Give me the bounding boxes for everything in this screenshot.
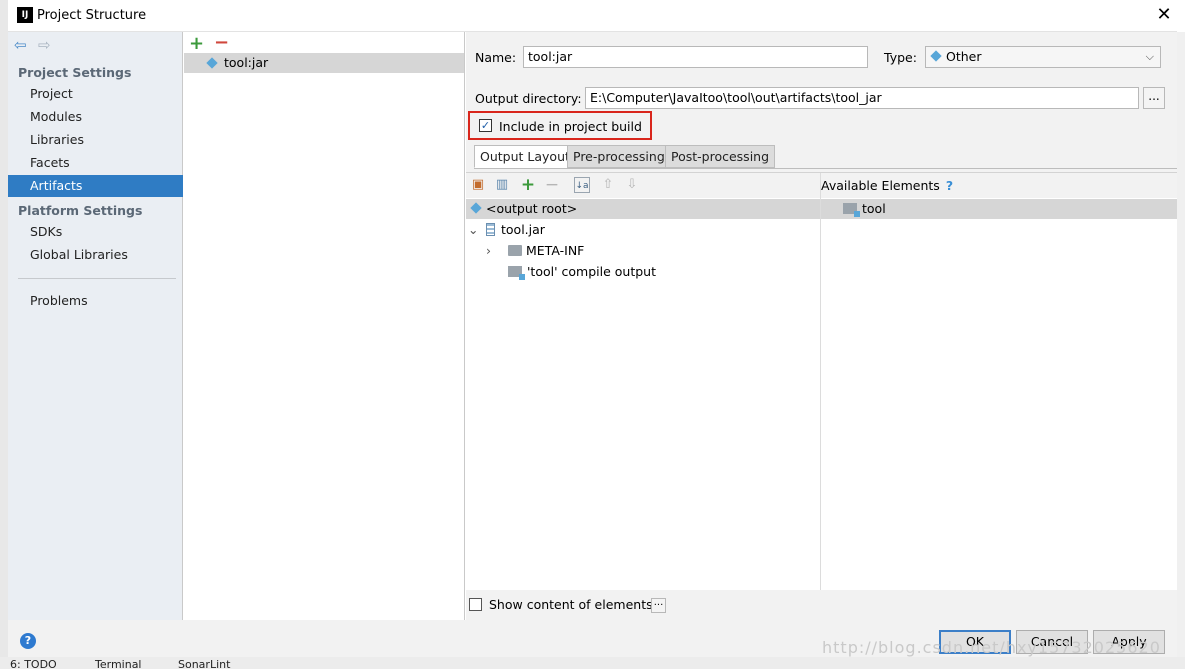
show-content-label: Show content of elements — [489, 597, 653, 612]
output-directory-field[interactable]: E:\Computer\JavaItoo\tool\out\artifacts\… — [585, 87, 1139, 109]
sort-icon[interactable]: ↓a — [574, 177, 590, 193]
new-archive-icon[interactable]: ▥ — [494, 177, 510, 193]
tree-row-tool-jar[interactable]: ⌄ tool.jar — [468, 220, 545, 240]
available-tool-label: tool — [862, 201, 886, 216]
sidebar-item-project[interactable]: Project — [8, 83, 183, 105]
tab-post-processing[interactable]: Post-processing — [665, 145, 776, 168]
todo-tool-tab[interactable]: 6: TODO — [10, 658, 57, 669]
remove-element-icon[interactable]: − — [544, 177, 560, 194]
tab-underline — [474, 168, 1177, 169]
intellij-icon: IJ — [17, 7, 33, 23]
show-content-checkbox[interactable] — [469, 598, 482, 611]
chevron-down-icon: ⌵ — [1145, 50, 1154, 63]
type-value: Other — [945, 49, 982, 64]
collapsed-chevron-icon[interactable]: › — [486, 241, 508, 261]
window-title: Project Structure — [37, 8, 147, 23]
sonarlint-tool-tab[interactable]: SonarLint — [178, 658, 230, 669]
available-item-tool[interactable]: tool — [821, 199, 1177, 219]
background-ide-right — [1177, 32, 1185, 657]
sidebar-item-libraries[interactable]: Libraries — [8, 129, 183, 151]
watermark: http://blog.csdn.net/hxy15732025620 — [822, 638, 1161, 657]
type-dropdown[interactable]: Other ⌵ — [925, 46, 1161, 68]
folder-icon — [508, 245, 522, 256]
type-icon — [930, 50, 942, 62]
sidebar-item-modules[interactable]: Modules — [8, 106, 183, 128]
artifacts-list-panel: + − tool:jar — [184, 32, 465, 620]
artifact-list-label: tool:jar — [224, 55, 269, 70]
expanded-chevron-icon[interactable]: ⌄ — [468, 220, 486, 240]
tree-row-meta-inf[interactable]: › META-INF — [486, 241, 584, 261]
include-in-build-checkbox[interactable]: ✓ — [479, 119, 492, 132]
sidebar-divider — [18, 278, 176, 279]
compile-output-label: 'tool' compile output — [527, 264, 656, 279]
name-label: Name: — [475, 50, 517, 65]
tree-row-output-root[interactable]: <output root> — [466, 199, 820, 219]
output-root-label: <output root> — [485, 201, 578, 216]
sidebar-item-artifacts[interactable]: Artifacts — [8, 175, 183, 197]
section-platform-settings: Platform Settings — [18, 203, 143, 218]
move-up-icon[interactable]: ⇧ — [600, 177, 616, 193]
output-directory-label: Output directory: — [475, 91, 582, 106]
new-directory-icon[interactable]: ▣ — [470, 177, 486, 193]
meta-inf-label: META-INF — [526, 243, 585, 258]
artifact-icon — [206, 57, 218, 69]
project-structure-dialog: IJ Project Structure ✕ ⇦ ⇨ Project Setti… — [0, 0, 1185, 669]
move-down-icon[interactable]: ⇩ — [624, 177, 640, 193]
tab-output-layout[interactable]: Output Layout — [474, 145, 576, 168]
module-output-icon — [508, 266, 525, 280]
jar-icon — [486, 223, 495, 236]
show-content-more-button[interactable]: ... — [651, 598, 666, 613]
tab-pre-processing[interactable]: Pre-processing — [567, 145, 671, 168]
background-ide-strip — [0, 0, 8, 669]
close-button[interactable]: ✕ — [1152, 3, 1176, 27]
help-icon[interactable]: ? — [20, 633, 36, 649]
type-label: Type: — [884, 50, 917, 65]
add-artifact-icon[interactable]: + — [189, 33, 204, 54]
layout-divider — [820, 173, 821, 591]
sidebar-item-problems[interactable]: Problems — [8, 290, 183, 312]
remove-artifact-icon[interactable]: − — [214, 32, 229, 53]
output-root-icon — [470, 202, 482, 214]
layout-toolbar: ▣ ▥ + − ↓a ⇧ ⇩ Available Elements? — [466, 173, 1177, 198]
settings-sidebar: ⇦ ⇨ Project Settings Project Modules Lib… — [8, 32, 183, 620]
ide-status-bar: 6: TODO Terminal SonarLint — [0, 657, 1185, 669]
browse-button[interactable]: ... — [1143, 87, 1165, 109]
tree-row-compile-output[interactable]: 'tool' compile output — [508, 262, 656, 282]
sidebar-item-sdks[interactable]: SDKs — [8, 221, 183, 243]
add-element-icon[interactable]: + — [520, 177, 536, 194]
sidebar-item-facets[interactable]: Facets — [8, 152, 183, 174]
sidebar-item-global-libraries[interactable]: Global Libraries — [8, 244, 183, 266]
title-bar: IJ Project Structure ✕ — [8, 0, 1177, 32]
tool-jar-label: tool.jar — [501, 222, 545, 237]
section-project-settings: Project Settings — [18, 65, 132, 80]
artifact-list-item[interactable]: tool:jar — [184, 53, 464, 73]
module-folder-icon — [843, 203, 860, 217]
name-field[interactable]: tool:jar — [523, 46, 868, 68]
forward-arrow-icon[interactable]: ⇨ — [38, 36, 51, 54]
terminal-tool-tab[interactable]: Terminal — [95, 658, 142, 669]
output-layout-panel: ▣ ▥ + − ↓a ⇧ ⇩ Available Elements? <outp… — [466, 172, 1177, 591]
back-arrow-icon[interactable]: ⇦ — [14, 36, 27, 54]
help-question-icon[interactable]: ? — [946, 178, 953, 193]
include-in-build-label: Include in project build — [499, 119, 642, 134]
available-elements-title: Available Elements? — [821, 178, 954, 193]
